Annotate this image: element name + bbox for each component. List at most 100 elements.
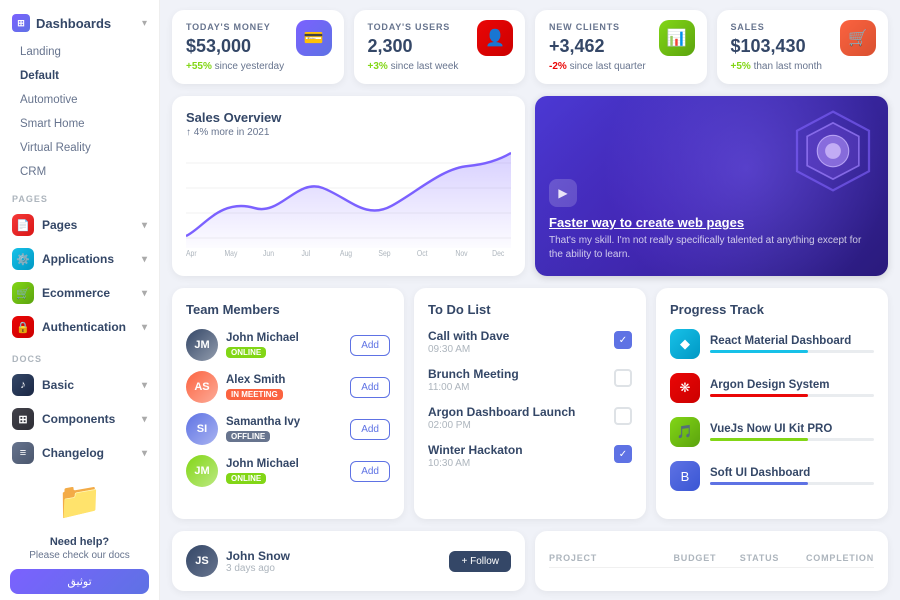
help-subtitle: Please check our docs [10, 550, 149, 561]
stat-icon: 🛒 [840, 20, 876, 56]
sidebar-item-icon: 🔒 [12, 316, 34, 338]
progress-logo: ❋ [670, 373, 700, 403]
sidebar-help: 📁 Need help? Please check our docs توثيق [0, 470, 159, 600]
todo-checkbox[interactable] [614, 407, 632, 425]
progress-bar-track [710, 482, 874, 485]
progress-item: B Soft UI Dashboard [670, 461, 874, 491]
add-member-button[interactable]: Add [350, 419, 390, 440]
sidebar-nav-item[interactable]: Default [0, 64, 159, 88]
sidebar-docs-item[interactable]: ≡Changelog▾ [0, 436, 159, 470]
todo-time: 02:00 PM [428, 420, 604, 431]
avatar: JM [186, 329, 218, 361]
todo-card-title: To Do List [428, 302, 632, 317]
todo-title: Winter Hackaton [428, 443, 604, 457]
member-name: John Michael [226, 332, 342, 344]
todo-time: 09:30 AM [428, 344, 604, 355]
sidebar-nav-item[interactable]: Automotive [0, 88, 159, 112]
member-info: John Michael ONLINE [226, 458, 342, 484]
team-card-title: Team Members [186, 302, 390, 317]
progress-bar-track [710, 350, 874, 353]
progress-item: ❋ Argon Design System [670, 373, 874, 403]
add-member-button[interactable]: Add [350, 335, 390, 356]
stat-change: +3% since last week [368, 61, 512, 72]
sidebar-docs-icon: ⊞ [12, 408, 34, 430]
avatar: SI [186, 413, 218, 445]
member-info: Samantha Ivy OFFLINE [226, 416, 342, 442]
table-column-header: PROJECT [549, 553, 666, 563]
sidebar-docs-label: Basic [42, 378, 74, 392]
member-name: John Michael [226, 458, 342, 470]
todo-checkbox[interactable]: ✓ [614, 331, 632, 349]
sidebar-parent-item[interactable]: 🛒Ecommerce▾ [0, 276, 159, 310]
todo-item: Argon Dashboard Launch 02:00 PM [428, 405, 632, 431]
progress-card: Progress Track ◆ React Material Dashboar… [656, 288, 888, 519]
team-card: Team Members JM John Michael ONLINE Add … [172, 288, 404, 519]
sidebar-pages: 📄Pages▾⚙️Applications▾🛒Ecommerce▾🔒Authen… [0, 208, 159, 344]
sidebar-parent-item[interactable]: ⚙️Applications▾ [0, 242, 159, 276]
stat-change: +5% than last month [731, 61, 875, 72]
add-member-button[interactable]: Add [350, 461, 390, 482]
todo-card: To Do List Call with Dave 09:30 AM ✓ Bru… [414, 288, 646, 519]
todo-title: Call with Dave [428, 329, 604, 343]
stat-card: NEW CLIENTS +3,462 -2% since last quarte… [535, 10, 707, 84]
stat-card: SALES $103,430 +5% than last month 🛒 [717, 10, 889, 84]
progress-item: ◆ React Material Dashboard [670, 329, 874, 359]
sidebar-docs-item[interactable]: ♪Basic▾ [0, 368, 159, 402]
member-name: Alex Smith [226, 374, 342, 386]
stat-change-percent: +3% [368, 61, 388, 72]
chevron-icon: ▾ [142, 322, 147, 333]
sidebar-nav-item[interactable]: Landing [0, 40, 159, 64]
svg-text:Jun: Jun [263, 248, 274, 258]
svg-text:Nov: Nov [455, 248, 467, 258]
stat-icon: 💳 [296, 20, 332, 56]
sidebar-nav-item[interactable]: Virtual Reality [0, 136, 159, 160]
status-badge: ONLINE [226, 347, 266, 358]
author-row: JS John Snow 3 days ago + Follow [186, 545, 511, 577]
progress-name: Soft UI Dashboard [710, 467, 874, 479]
sidebar-nav-item[interactable]: Smart Home [0, 112, 159, 136]
progress-info: React Material Dashboard [710, 335, 874, 353]
sidebar-brand[interactable]: ⊞ Dashboards [12, 14, 111, 32]
sidebar-item-icon: 🛒 [12, 282, 34, 304]
progress-bar-fill [710, 394, 808, 397]
sales-chart: Apr May Jun Jul Aug Sep Oct Nov Dec [186, 148, 511, 258]
sidebar-docs-item[interactable]: ⊞Components▾ [0, 402, 159, 436]
chevron-icon: ▾ [142, 288, 147, 299]
stat-change-text: since last week [391, 61, 459, 72]
member-info: John Michael ONLINE [226, 332, 342, 358]
team-member: SI Samantha Ivy OFFLINE Add [186, 413, 390, 445]
todo-info: Argon Dashboard Launch 02:00 PM [428, 405, 604, 431]
svg-text:Sep: Sep [378, 248, 390, 258]
stat-change: +55% since yesterday [186, 61, 330, 72]
chevron-icon: ▾ [142, 380, 147, 391]
todo-checkbox[interactable] [614, 369, 632, 387]
follow-button[interactable]: + Follow [449, 551, 511, 572]
sidebar-parent-item[interactable]: 📄Pages▾ [0, 208, 159, 242]
promo-hexagon-icon [788, 106, 878, 196]
stat-change-text: since yesterday [215, 61, 284, 72]
sales-chart-card: Sales Overview ↑ 4% more in 2021 [172, 96, 525, 276]
chart-subtitle: ↑ 4% more in 2021 [186, 127, 511, 138]
avatar: AS [186, 371, 218, 403]
todo-item: Brunch Meeting 11:00 AM [428, 367, 632, 393]
progress-logo: 🎵 [670, 417, 700, 447]
table-header: PROJECTBUDGETSTATUSCOMPLETION [549, 545, 874, 568]
chevron-icon: ▾ [142, 254, 147, 265]
author-time: 3 days ago [226, 563, 441, 574]
stat-change: -2% since last quarter [549, 61, 693, 72]
stat-change-text: than last month [754, 61, 822, 72]
docs-section-label: DOCS [0, 344, 159, 368]
sidebar-nav-item[interactable]: CRM [0, 160, 159, 184]
todo-checkbox[interactable]: ✓ [614, 445, 632, 463]
svg-text:Apr: Apr [186, 248, 197, 258]
avatar: JM [186, 455, 218, 487]
progress-logo: B [670, 461, 700, 491]
add-member-button[interactable]: Add [350, 377, 390, 398]
sidebar-parent-item[interactable]: 🔒 Authentication ▾ [0, 310, 159, 344]
chevron-icon: ▾ [142, 220, 147, 231]
pages-section-label: PAGES [0, 184, 159, 208]
help-button[interactable]: توثيق [10, 569, 149, 594]
stat-change-percent: +5% [731, 61, 751, 72]
sidebar-item-label: Applications [42, 252, 114, 266]
sidebar-item-label: Authentication [42, 320, 126, 334]
